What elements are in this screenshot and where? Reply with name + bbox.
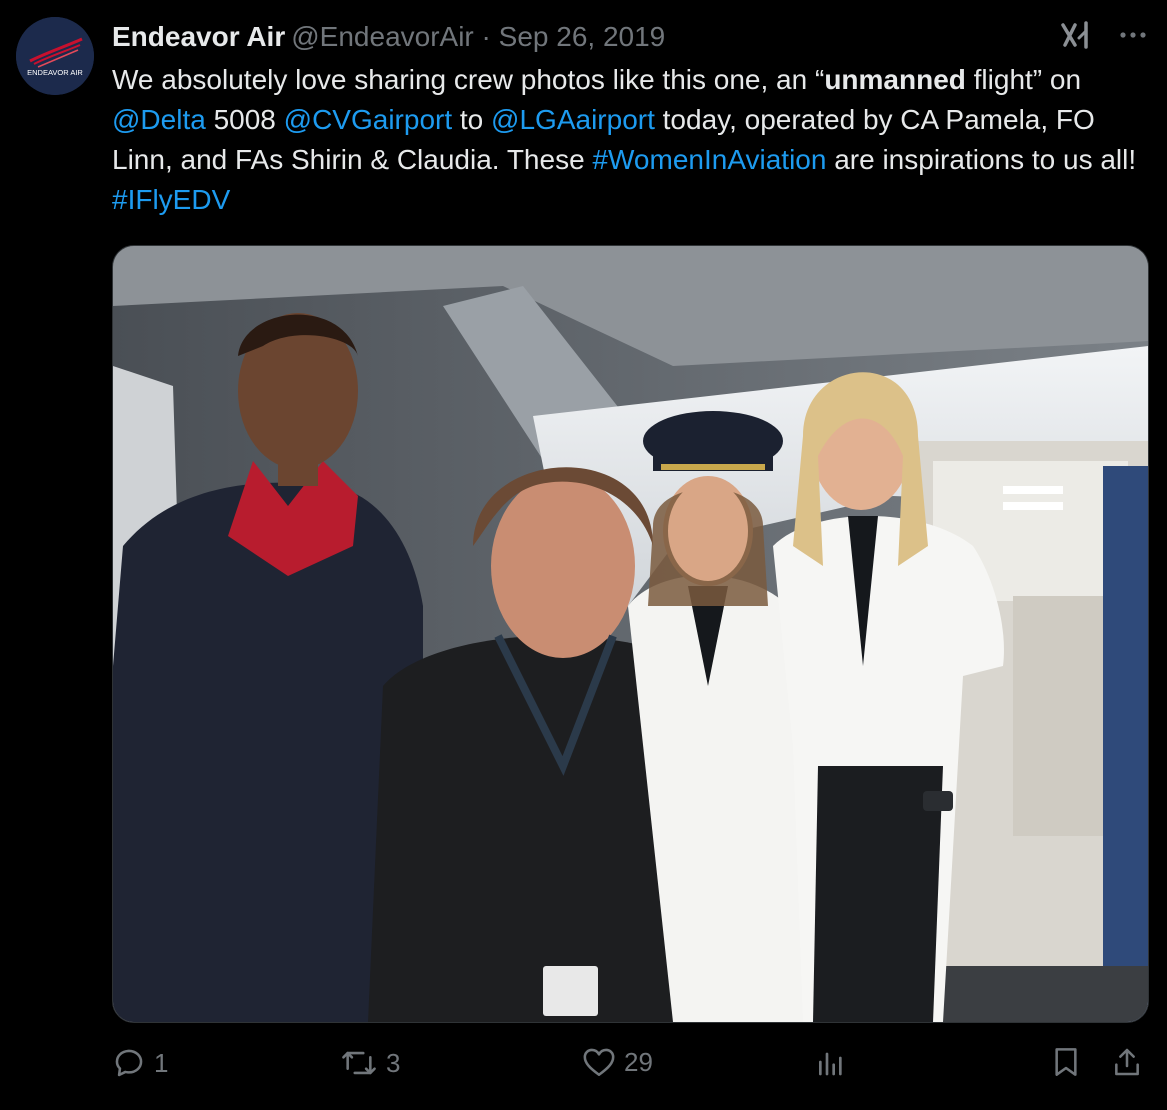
reply-button[interactable]: 1 <box>112 1046 168 1080</box>
like-button[interactable]: 29 <box>582 1046 653 1078</box>
top-actions <box>1059 20 1147 50</box>
retweet-icon <box>340 1046 378 1080</box>
tweet[interactable]: ENDEAVOR AIR Endeavor Air @EndeavorAir · … <box>0 0 1167 1110</box>
heart-icon <box>582 1046 616 1078</box>
tweet-photo[interactable] <box>112 245 1149 1023</box>
tweet-text-segment: 5008 <box>205 104 284 135</box>
tweet-text-segment: are inspirations to us all! <box>826 144 1137 175</box>
avatar-logo-text: ENDEAVOR AIR <box>27 68 83 77</box>
retweet-button[interactable]: 3 <box>340 1046 400 1080</box>
author-name[interactable]: Endeavor Air <box>112 21 285 52</box>
share-button[interactable] <box>1112 1046 1142 1078</box>
tweet-date[interactable]: Sep 26, 2019 <box>499 21 666 52</box>
tweet-text-segment: to <box>452 104 492 135</box>
bookmark-icon <box>1052 1046 1080 1078</box>
author-handle[interactable]: @EndeavorAir <box>291 21 474 52</box>
share-icon <box>1112 1046 1142 1078</box>
tweet-text-segment: We absolutely love sharing crew photos l… <box>112 64 825 95</box>
more-icon[interactable] <box>1119 30 1147 40</box>
author-avatar[interactable]: ENDEAVOR AIR <box>16 17 94 95</box>
tweet-actions: 1 3 29 <box>112 1046 1147 1090</box>
hashtag-iflyedv[interactable]: #IFlyEDV <box>112 184 230 215</box>
reply-count: 1 <box>154 1047 169 1078</box>
retweet-count: 3 <box>386 1047 401 1078</box>
separator-dot: · <box>473 21 499 52</box>
views-icon <box>816 1046 846 1078</box>
tweet-header: Endeavor Air @EndeavorAir · Sep 26, 2019 <box>112 20 665 54</box>
mention-delta[interactable]: @Delta <box>112 104 206 135</box>
bookmark-button[interactable] <box>1052 1046 1080 1078</box>
reply-icon <box>112 1046 146 1080</box>
mention-lgaairport[interactable]: @LGAairport <box>491 104 655 135</box>
tweet-text: We absolutely love sharing crew photos l… <box>112 60 1152 220</box>
like-count: 29 <box>624 1046 653 1077</box>
mention-cvgairport[interactable]: @CVGairport <box>284 104 452 135</box>
tweet-text-segment: flight” on <box>965 64 1082 95</box>
views-button[interactable] <box>816 1046 846 1078</box>
hashtag-womeninaviation[interactable]: #WomenInAviation <box>592 144 826 175</box>
tweet-text-bold: unmanned <box>824 64 966 95</box>
grok-icon[interactable] <box>1059 20 1093 50</box>
